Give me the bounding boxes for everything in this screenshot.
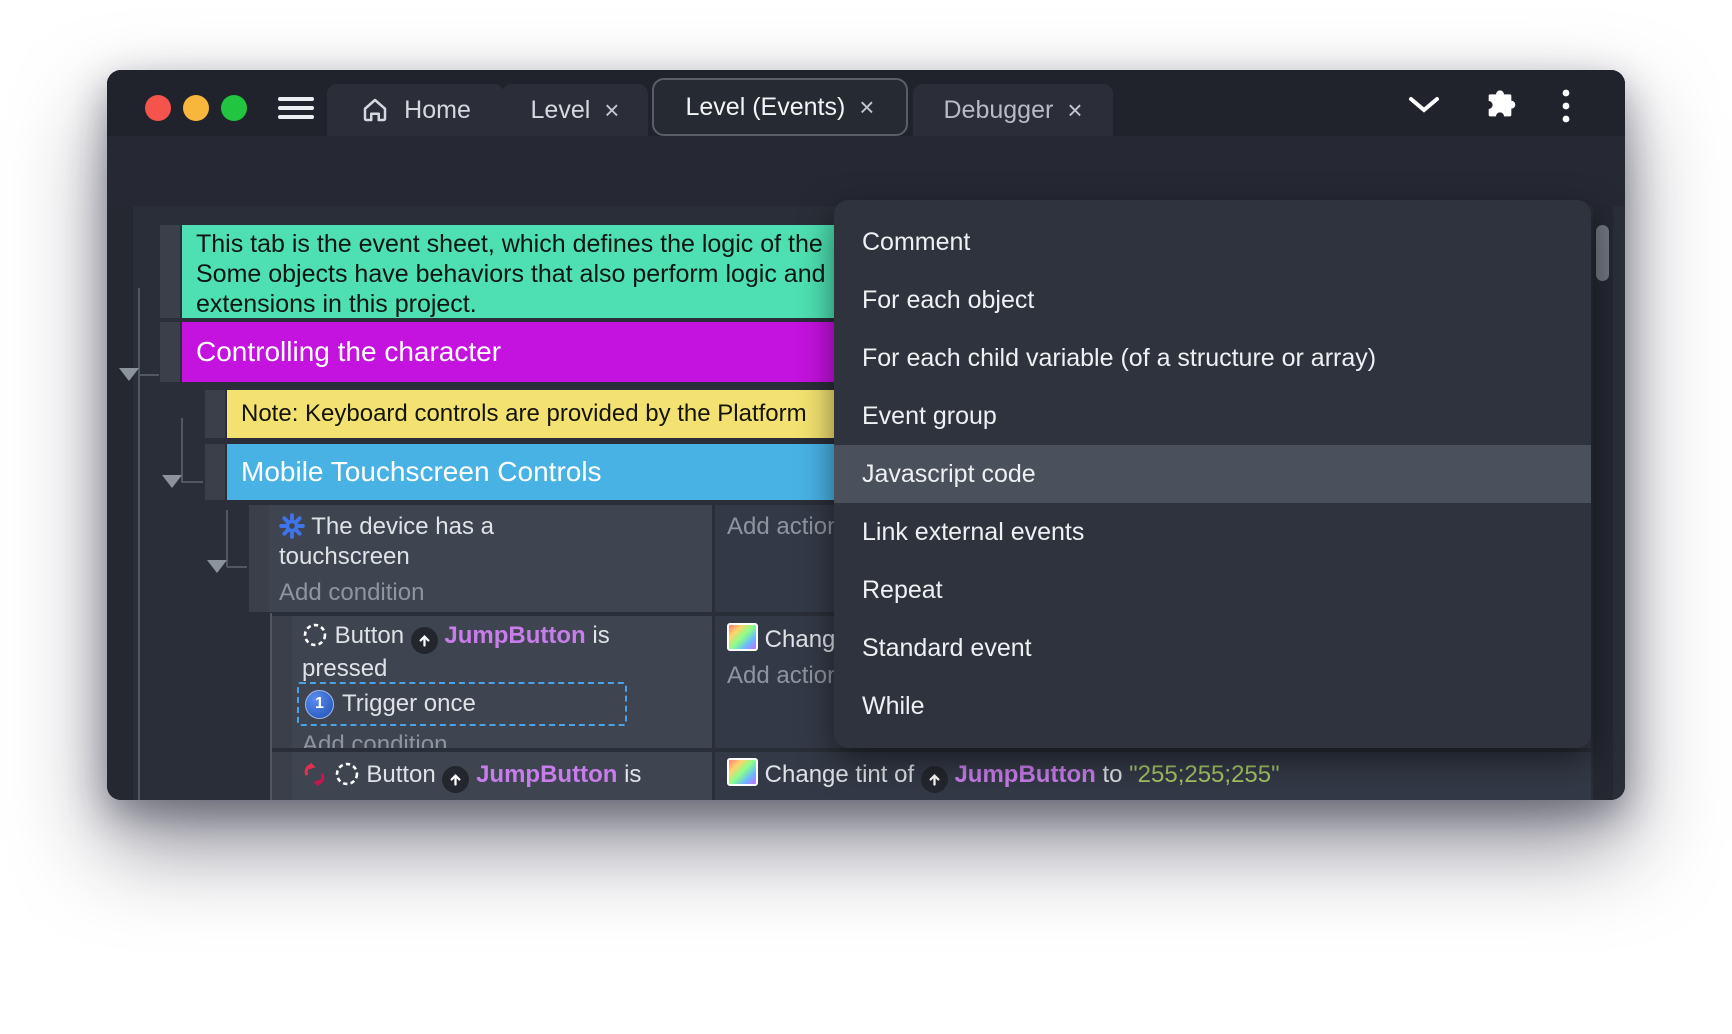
scrollbar-track[interactable] (1593, 206, 1613, 800)
action-area[interactable]: Change tint of JumpButton to "255;255;25… (715, 752, 1591, 800)
add-condition-link[interactable]: Add condition (302, 730, 447, 748)
zoom-window-button[interactable] (221, 95, 247, 121)
event-margin[interactable] (160, 322, 180, 382)
kebab-menu-icon[interactable] (1562, 89, 1570, 123)
tree-line (182, 481, 203, 483)
object-name: Button (366, 761, 435, 788)
tree-line (138, 288, 140, 800)
tab-label: Home (404, 96, 471, 125)
add-action-link[interactable]: Add action (727, 793, 1579, 800)
jumpbutton-sprite-icon (411, 627, 438, 654)
tint-icon (727, 758, 758, 786)
instance-name: JumpButton (444, 622, 585, 649)
menu-item-repeat[interactable]: Repeat (834, 561, 1591, 619)
condition-text: Trigger once (342, 689, 476, 719)
tab-level[interactable]: Level × (502, 84, 648, 136)
toolbar: Preview Publish (107, 136, 1625, 206)
add-action-link[interactable]: Add action (727, 513, 840, 540)
menu-item-event-group[interactable]: Event group (834, 387, 1591, 445)
condition-cell-jumpbutton-pressed-inverted[interactable]: Button JumpButton is pressed (292, 752, 712, 800)
condition-text: touchscreen (279, 543, 410, 570)
event-margin[interactable] (272, 616, 292, 748)
tab-home[interactable]: Home (327, 84, 504, 136)
tab-bar: Home Level × Level (Events) × Debugger × (107, 70, 1625, 136)
tree-line (139, 374, 159, 376)
menu-item-standard-event[interactable]: Standard event (834, 619, 1591, 677)
invert-icon (302, 762, 327, 787)
tab-label: Level (Events) (686, 93, 846, 122)
object-name: Button (335, 622, 404, 649)
add-event-context-menu: Comment For each object For each child v… (834, 200, 1591, 748)
collapse-arrow-icon[interactable] (119, 368, 139, 381)
event-margin[interactable] (205, 390, 225, 438)
tint-icon (727, 623, 758, 651)
tab-label: Debugger (944, 96, 1054, 125)
tab-debugger[interactable]: Debugger × (913, 84, 1113, 136)
close-window-button[interactable] (145, 95, 171, 121)
add-condition-link[interactable]: Add condition (279, 578, 702, 608)
tree-line (227, 566, 247, 568)
condition-cell-device-touchscreen[interactable]: The device has a touchscreen Add conditi… (269, 505, 712, 612)
action-text: Change tint of (765, 761, 914, 788)
close-tab-icon[interactable]: × (859, 94, 874, 120)
menu-item-while[interactable]: While (834, 677, 1591, 735)
event-margin[interactable] (205, 444, 225, 500)
tree-line (226, 510, 228, 567)
home-icon (360, 95, 390, 125)
selected-condition-trigger-once[interactable]: 1 Trigger once (297, 682, 627, 726)
action-text: to (1102, 761, 1122, 788)
sheet-left-gutter (107, 206, 133, 800)
tree-line (181, 418, 183, 483)
collapse-arrow-icon[interactable] (162, 475, 182, 488)
condition-text: The device has a (311, 513, 494, 540)
app-window: Home Level × Level (Events) × Debugger × (107, 70, 1625, 800)
menu-item-for-each-object[interactable]: For each object (834, 271, 1591, 329)
action-instance-name: JumpButton (954, 761, 1095, 788)
action-value: "255;255;255" (1129, 761, 1280, 788)
hamburger-icon[interactable] (278, 97, 314, 119)
menu-item-javascript-code[interactable]: Javascript code (834, 445, 1591, 503)
button-object-icon (302, 622, 328, 648)
menu-item-for-each-child-variable[interactable]: For each child variable (of a structure … (834, 329, 1591, 387)
trigger-once-icon: 1 (305, 690, 334, 719)
button-object-icon (334, 761, 360, 787)
event-margin[interactable] (249, 505, 269, 612)
note-text: Note: Keyboard controls are provided by … (241, 400, 807, 428)
gear-icon (279, 513, 305, 539)
instance-name: JumpButton (476, 761, 617, 788)
minimize-window-button[interactable] (183, 95, 209, 121)
chevron-down-icon[interactable] (1408, 96, 1440, 114)
event-margin[interactable] (272, 752, 292, 800)
event-margin[interactable] (160, 225, 180, 318)
menu-item-link-external-events[interactable]: Link external events (834, 503, 1591, 561)
group-title: Controlling the character (196, 336, 501, 368)
scrollbar-thumb[interactable] (1596, 225, 1609, 281)
close-tab-icon[interactable]: × (1067, 97, 1082, 123)
tab-level-events[interactable]: Level (Events) × (652, 78, 908, 136)
jumpbutton-sprite-icon (442, 766, 469, 793)
jumpbutton-sprite-icon (921, 766, 948, 793)
close-tab-icon[interactable]: × (604, 97, 619, 123)
condition-cell-jumpbutton-pressed[interactable]: Button JumpButton is pressed 1 Trigger o… (292, 616, 712, 748)
tab-label: Level (531, 96, 591, 125)
collapse-arrow-icon[interactable] (207, 560, 227, 573)
group-title: Mobile Touchscreen Controls (241, 456, 602, 488)
menu-item-comment[interactable]: Comment (834, 213, 1591, 271)
puzzle-icon[interactable] (1483, 88, 1517, 122)
screenshot-stage: Home Level × Level (Events) × Debugger × (0, 0, 1732, 1034)
